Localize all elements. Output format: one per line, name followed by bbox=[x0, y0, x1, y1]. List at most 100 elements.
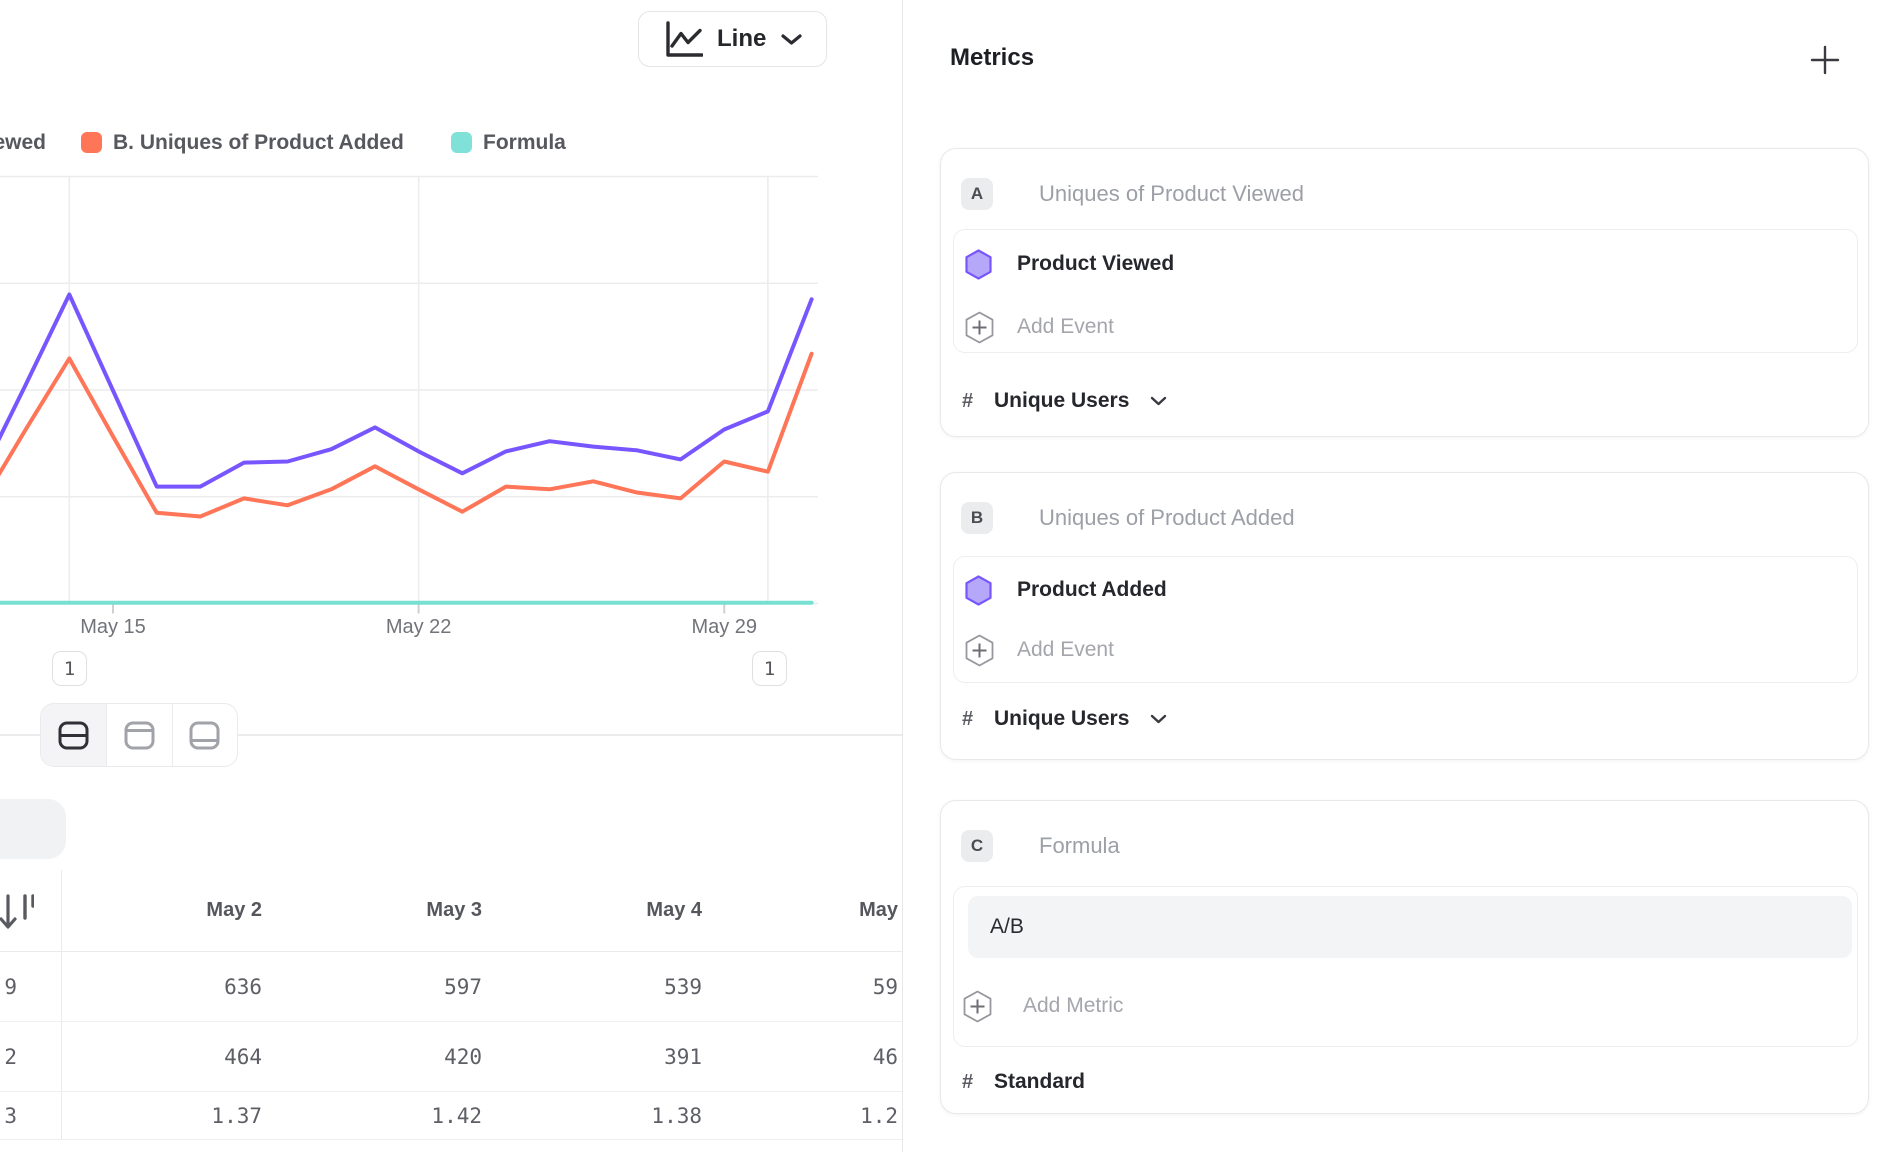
measurement-dropdown-b[interactable]: # Unique Users bbox=[941, 699, 1868, 739]
table-row: .9 636 597 539 59 bbox=[0, 952, 902, 1022]
column-header-label: May 4 bbox=[646, 899, 702, 922]
row-label-value: .9 bbox=[0, 975, 17, 999]
sort-descending-icon bbox=[0, 892, 34, 934]
chart-canvas[interactable] bbox=[0, 170, 818, 620]
chevron-down-icon bbox=[1150, 714, 1167, 724]
metric-title-c: Formula bbox=[1039, 831, 1120, 861]
legend-label-b[interactable]: B. Uniques of Product Added bbox=[113, 131, 404, 155]
chart-type-label: Line bbox=[717, 25, 766, 53]
add-metric-row[interactable]: Add Metric bbox=[954, 984, 1857, 1028]
legend-item-a-clipped[interactable]: A. Uniques of Product Viewed bbox=[0, 129, 47, 157]
cell-value: 1.37 bbox=[211, 1104, 262, 1128]
metric-badge-b: B bbox=[961, 502, 993, 534]
cell-value: 1.2 bbox=[860, 1104, 898, 1128]
table-column-header[interactable]: May bbox=[722, 870, 902, 951]
series-line-b[interactable] bbox=[0, 354, 812, 517]
mixpanel-insights-report: Line A. Uniques of Product Viewed B. Uni… bbox=[0, 0, 1898, 1152]
table-cell: 1.37 bbox=[62, 1092, 282, 1139]
line-chart-plot-area[interactable] bbox=[0, 170, 818, 620]
formula-input[interactable]: A/B bbox=[968, 896, 1852, 958]
panel-top-icon bbox=[123, 720, 156, 751]
table-corner-pill[interactable] bbox=[0, 799, 66, 859]
table-cell: 1.38 bbox=[502, 1092, 722, 1139]
metric-b-events-box: Product Added Add Event bbox=[953, 556, 1858, 683]
legend-swatch-c[interactable] bbox=[451, 132, 472, 153]
add-event-hexagon-plus-icon bbox=[965, 634, 994, 667]
metric-card-formula: C Formula A/B Add Metric # Standard bbox=[940, 800, 1869, 1114]
table-body: .9 636 597 539 59 .2464420 391 46 .3 1.37 1.42 1.38… bbox=[0, 952, 902, 1140]
event-hexagon-icon bbox=[965, 249, 992, 280]
metrics-panel-title: Metrics bbox=[950, 44, 1034, 72]
annotation-badge-right[interactable]: 1 bbox=[752, 651, 787, 686]
table-column-header[interactable]: May 3 bbox=[282, 870, 502, 951]
chart-section: Line A. Uniques of Product Viewed B. Uni… bbox=[0, 0, 902, 1152]
table-cell: 420 bbox=[282, 1022, 502, 1091]
measurement-standard[interactable]: # Standard bbox=[941, 1062, 1868, 1102]
layout-toggle-top[interactable] bbox=[106, 704, 171, 766]
layout-toggle-bottom[interactable] bbox=[172, 704, 237, 766]
formula-box: A/B Add Metric bbox=[953, 886, 1858, 1047]
metric-badge-a: A bbox=[961, 178, 993, 210]
chart-type-button[interactable]: Line bbox=[638, 11, 827, 67]
cell-value: 1.42 bbox=[431, 1104, 482, 1128]
table-sort-cell[interactable] bbox=[0, 870, 62, 951]
annotation-badge-left[interactable]: 1 bbox=[52, 651, 87, 686]
metric-card-b: B Uniques of Product Added Product Added bbox=[940, 472, 1869, 760]
chevron-down-icon bbox=[780, 33, 803, 46]
event-row-product-viewed[interactable]: Product Viewed bbox=[954, 242, 1857, 286]
row-label-cell-clipped: .9 bbox=[0, 952, 62, 1021]
cell-value: 597 bbox=[444, 975, 482, 999]
event-name: Product Added bbox=[1017, 578, 1167, 602]
number-type-icon: # bbox=[962, 708, 973, 731]
metric-badge-c: C bbox=[961, 830, 993, 862]
cell-value: 539 bbox=[664, 975, 702, 999]
measurement-label: Standard bbox=[994, 1070, 1085, 1094]
row-label-value: .3 bbox=[0, 1104, 17, 1128]
table-cell: 391 bbox=[502, 1022, 722, 1091]
split-panel-icon bbox=[57, 720, 90, 751]
x-axis-label: May 15 bbox=[80, 616, 146, 639]
legend-label-a: A. Uniques of Product Viewed bbox=[0, 131, 46, 155]
layout-toggle-group bbox=[40, 703, 238, 767]
table-cell: 46 bbox=[722, 1022, 902, 1091]
add-event-row[interactable]: Add Event bbox=[954, 628, 1857, 672]
event-hexagon-icon bbox=[965, 575, 992, 606]
x-axis-label: May 29 bbox=[691, 616, 757, 639]
measurement-dropdown-a[interactable]: # Unique Users bbox=[941, 381, 1868, 421]
legend-label-c[interactable]: Formula bbox=[483, 131, 566, 155]
column-header-label: May 2 bbox=[206, 899, 262, 922]
metric-a-events-box: Product Viewed Add Event bbox=[953, 229, 1858, 353]
cell-value: 391 bbox=[664, 1045, 702, 1069]
table-column-header[interactable]: May 2 bbox=[62, 870, 282, 951]
table-cell: 59 bbox=[722, 952, 902, 1021]
results-table: May 2May 3May 4May .963659753959.2464420… bbox=[0, 870, 902, 1140]
table-cell: 464 bbox=[62, 1022, 282, 1091]
table-row: .2464420 391 46 bbox=[0, 1022, 902, 1092]
legend-swatch-b[interactable] bbox=[81, 132, 102, 153]
table-column-header[interactable]: May 4 bbox=[502, 870, 722, 951]
event-name: Product Viewed bbox=[1017, 252, 1174, 276]
add-event-row[interactable]: Add Event bbox=[954, 305, 1857, 349]
x-axis-label: May 22 bbox=[386, 616, 452, 639]
table-cell: 539 bbox=[502, 952, 722, 1021]
metric-title-b: Uniques of Product Added bbox=[1039, 503, 1295, 533]
event-row-product-added[interactable]: Product Added bbox=[954, 568, 1857, 612]
layout-toggle-split[interactable] bbox=[41, 704, 106, 766]
panel-bottom-icon bbox=[188, 720, 221, 751]
chevron-down-icon bbox=[1150, 396, 1167, 406]
table-row: .3 1.37 1.42 1.38 1.2 bbox=[0, 1092, 902, 1140]
add-event-label: Add Event bbox=[1017, 638, 1114, 662]
measurement-label: Unique Users bbox=[994, 707, 1129, 731]
line-chart-icon bbox=[665, 21, 703, 58]
add-metric-plus-button[interactable] bbox=[1810, 45, 1840, 75]
table-cell: 1.42 bbox=[282, 1092, 502, 1139]
add-metric-label: Add Metric bbox=[1023, 994, 1123, 1018]
add-event-label: Add Event bbox=[1017, 315, 1114, 339]
row-label-cell-clipped: .2 bbox=[0, 1022, 62, 1091]
table-cell: 636 bbox=[62, 952, 282, 1021]
number-type-icon: # bbox=[962, 1071, 973, 1094]
plus-icon bbox=[1810, 45, 1840, 75]
table-header-row: May 2 May 3 May 4 May bbox=[0, 870, 902, 952]
number-type-icon: # bbox=[962, 390, 973, 413]
cell-value: 636 bbox=[224, 975, 262, 999]
